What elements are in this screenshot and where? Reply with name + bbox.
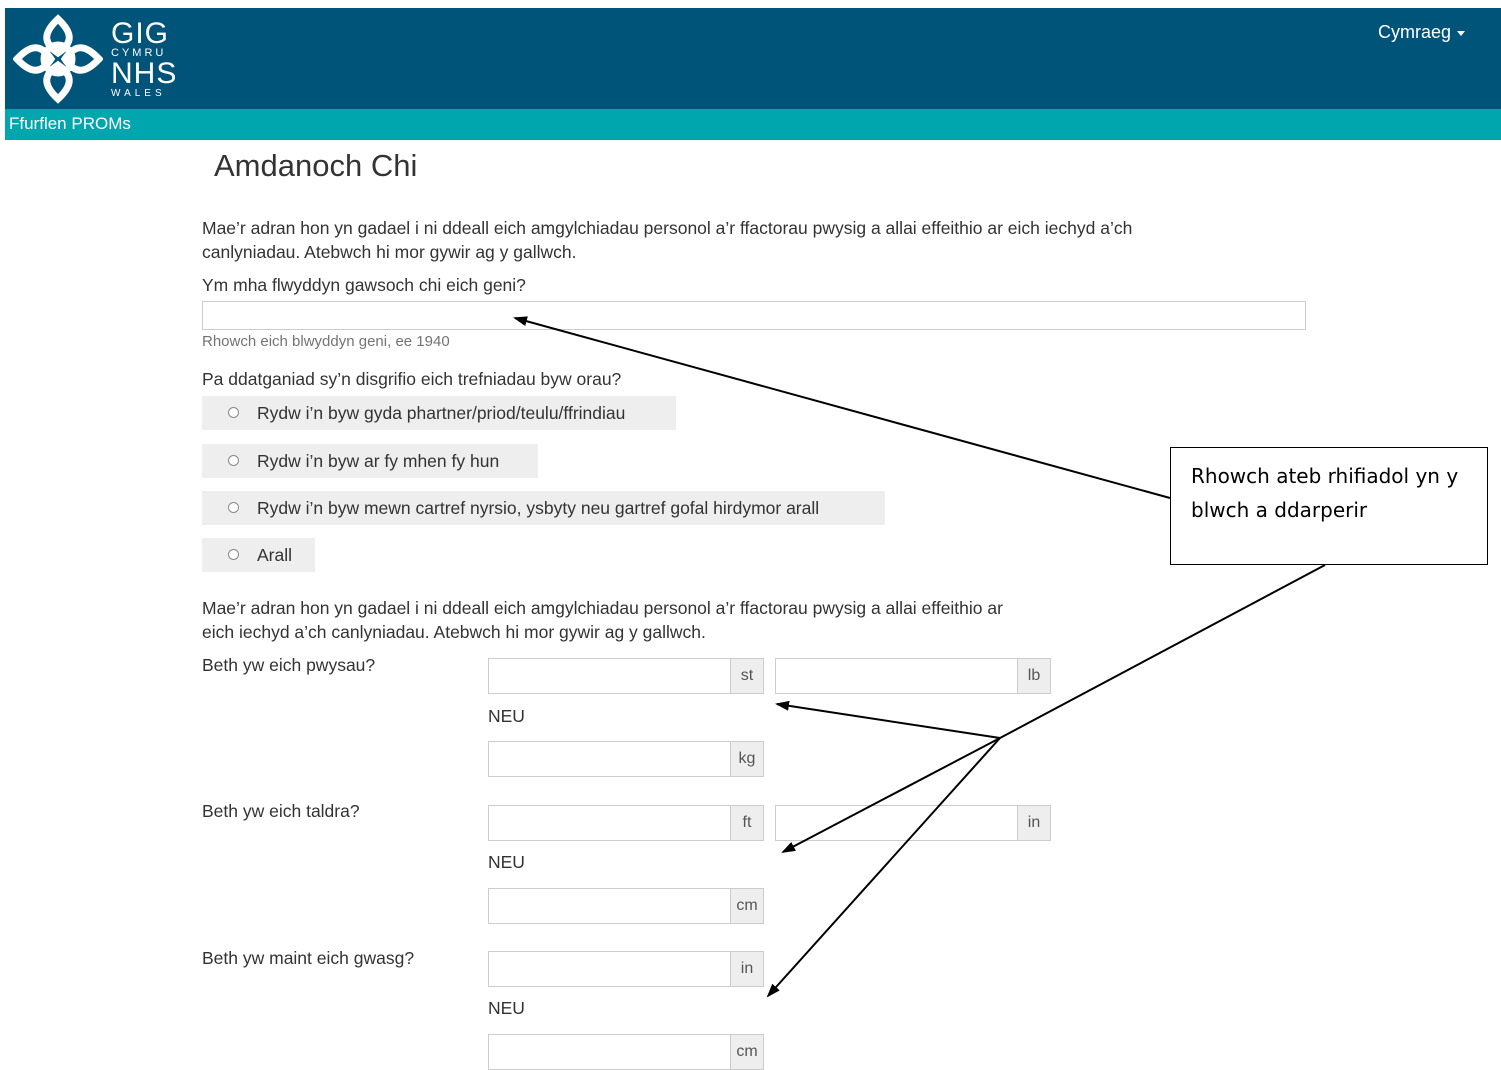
arrow-to-weight	[775, 700, 1001, 739]
arrow-to-birth-year	[513, 316, 1171, 499]
arrow-to-height	[781, 737, 1001, 853]
annotation-arrows	[513, 316, 1326, 998]
arrow-to-waist	[766, 737, 1001, 998]
arrow-stem	[999, 564, 1326, 739]
